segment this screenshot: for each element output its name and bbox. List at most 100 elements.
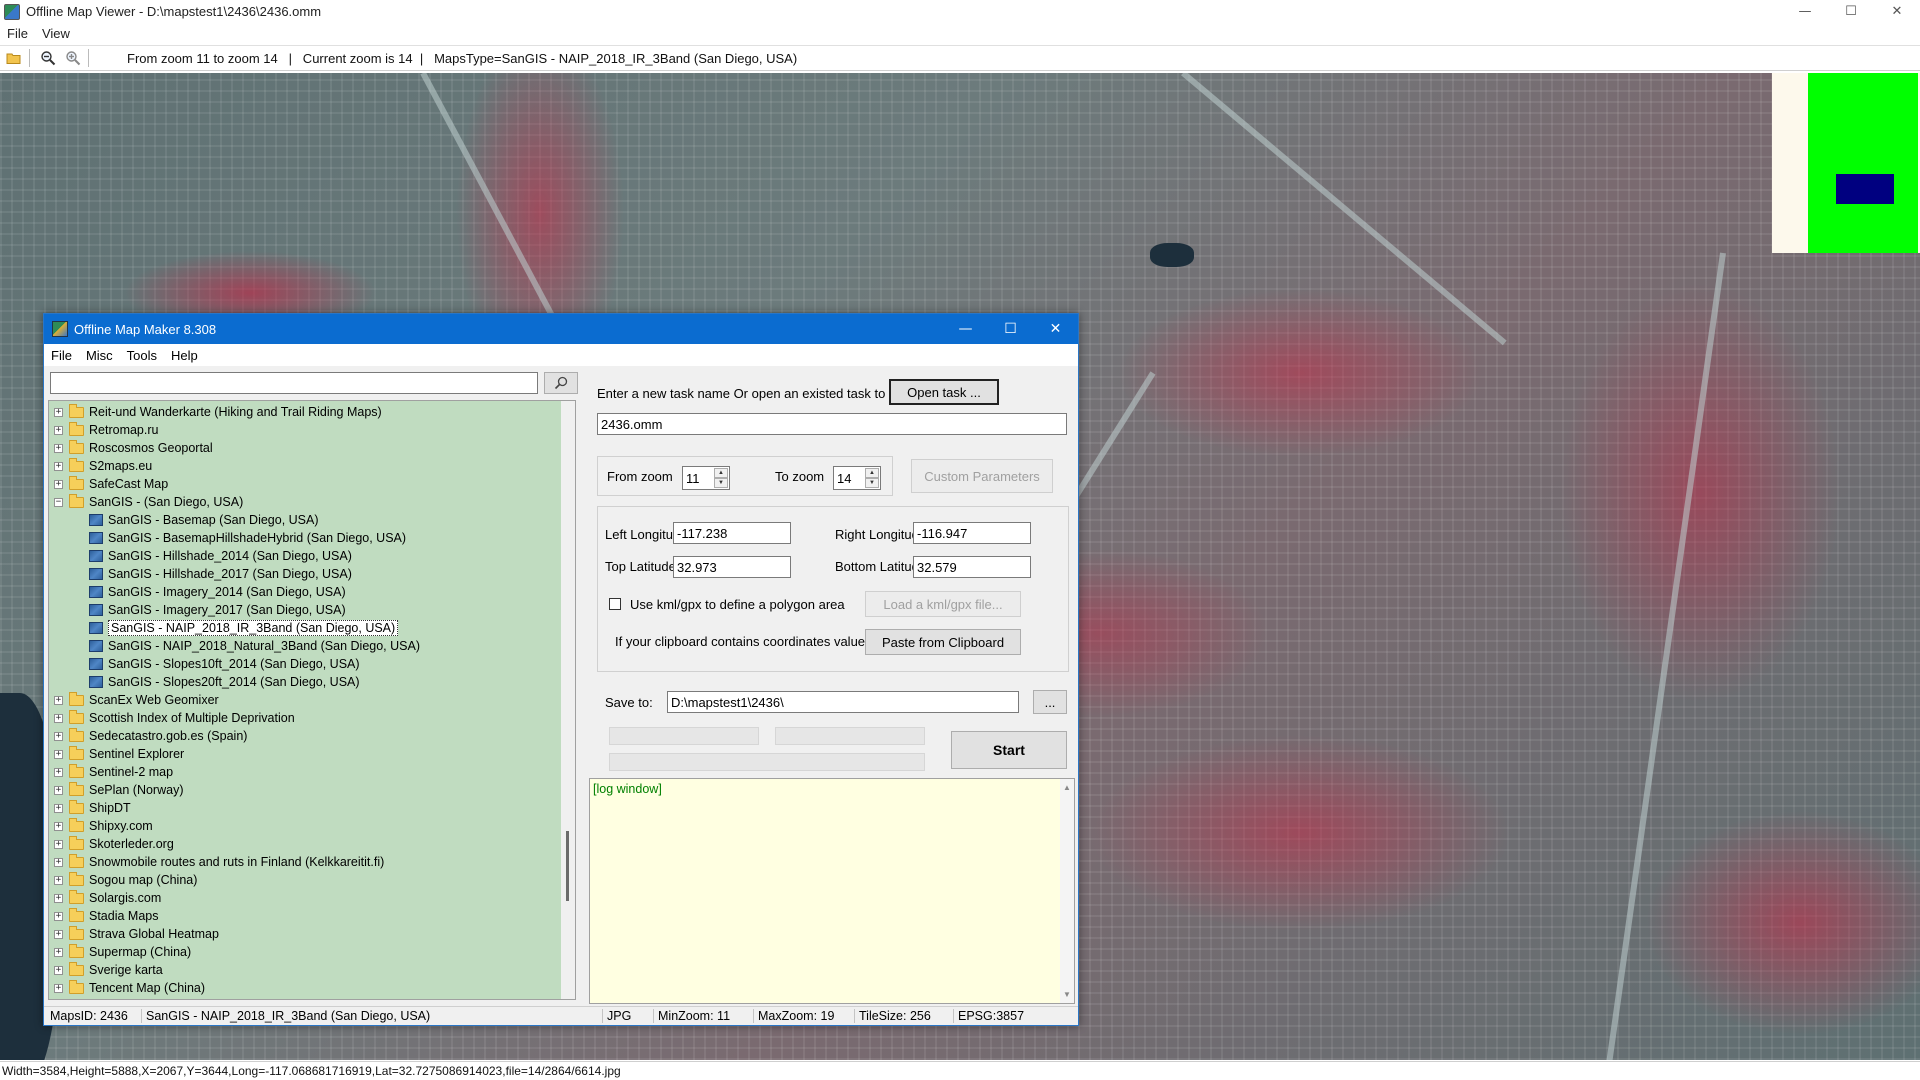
tree-folder-item[interactable]: + Reit-und Wanderkarte (Hiking and Trail … — [54, 403, 382, 421]
dialog-menu-misc[interactable]: Misc — [79, 348, 120, 363]
expand-icon[interactable]: + — [54, 479, 63, 489]
expand-icon[interactable]: + — [54, 965, 63, 975]
expand-icon[interactable]: + — [54, 767, 63, 777]
log-window[interactable]: [log window] ▲ ▼ — [589, 778, 1075, 1004]
overview-minimap[interactable] — [1772, 73, 1920, 253]
kml-polygon-checkbox[interactable] — [609, 598, 621, 610]
right-longitude-input[interactable] — [913, 522, 1031, 544]
top-latitude-input[interactable] — [673, 556, 791, 578]
tree-folder-item[interactable]: + Scottish Index of Multiple Deprivation — [54, 709, 295, 727]
dialog-close-button[interactable]: ✕ — [1033, 314, 1078, 344]
dialog-menu-file[interactable]: File — [44, 348, 79, 363]
spin-up-icon[interactable]: ▲ — [714, 468, 728, 478]
expand-icon[interactable]: + — [54, 893, 63, 903]
expand-icon[interactable]: + — [54, 983, 63, 993]
save-path-input[interactable] — [667, 691, 1019, 713]
expand-icon[interactable]: + — [54, 785, 63, 795]
tree-folder-item[interactable]: + Stadia Maps — [54, 907, 158, 925]
map-source-tree[interactable]: + Reit-und Wanderkarte (Hiking and Trail … — [48, 400, 576, 1000]
expand-icon[interactable]: + — [54, 947, 63, 957]
tree-folder-item[interactable]: + Sogou map (China) — [54, 871, 197, 889]
dialog-minimize-button[interactable]: — — [943, 314, 988, 344]
tree-map-item[interactable]: SanGIS - Basemap (San Diego, USA) — [89, 511, 319, 529]
tree-folder-item[interactable]: + ScanEx Web Geomixer — [54, 691, 219, 709]
dialog-menu-tools[interactable]: Tools — [120, 348, 164, 363]
tree-folder-item[interactable]: + Roscosmos Geoportal — [54, 439, 213, 457]
tree-map-item[interactable]: SanGIS - Imagery_2017 (San Diego, USA) — [89, 601, 346, 619]
tree-map-item[interactable]: SanGIS - NAIP_2018_Natural_3Band (San Di… — [89, 637, 420, 655]
search-input[interactable] — [50, 372, 538, 394]
expand-icon[interactable]: + — [54, 407, 63, 417]
tree-folder-item[interactable]: + Sverige karta — [54, 961, 163, 979]
tree-folder-item[interactable]: + Sedecatastro.gob.es (Spain) — [54, 727, 247, 745]
expand-icon[interactable]: + — [54, 821, 63, 831]
expand-icon[interactable]: + — [54, 857, 63, 867]
tree-folder-item[interactable]: + Supermap (China) — [54, 943, 191, 961]
maximize-button[interactable]: ☐ — [1828, 0, 1874, 23]
expand-icon[interactable]: + — [54, 839, 63, 849]
to-zoom-spinner[interactable]: 14 ▲ ▼ — [833, 466, 881, 490]
zoom-in-button[interactable] — [62, 47, 84, 69]
browse-button[interactable]: ... — [1033, 690, 1067, 714]
open-task-button[interactable]: Open task ... — [889, 379, 999, 405]
expand-icon[interactable]: + — [54, 929, 63, 939]
expand-icon[interactable]: + — [54, 911, 63, 921]
tree-map-item[interactable]: SanGIS - Imagery_2014 (San Diego, USA) — [89, 583, 346, 601]
tree-scroll-thumb[interactable] — [566, 831, 569, 901]
tree-map-item[interactable]: SanGIS - NAIP_2018_IR_3Band (San Diego, … — [89, 619, 399, 637]
expand-icon[interactable]: + — [54, 443, 63, 453]
tree-map-item[interactable]: SanGIS - Slopes10ft_2014 (San Diego, USA… — [89, 655, 360, 673]
left-longitude-input[interactable] — [673, 522, 791, 544]
minimize-button[interactable]: — — [1782, 0, 1828, 23]
tree-folder-item[interactable]: + Tencent Map (China) — [54, 979, 205, 997]
spin-up-icon[interactable]: ▲ — [865, 468, 879, 478]
dialog-maximize-button[interactable]: ☐ — [988, 314, 1033, 344]
expand-icon[interactable]: + — [54, 713, 63, 723]
tree-folder-item[interactable]: + Sentinel Explorer — [54, 745, 184, 763]
tree-folder-item[interactable]: + SafeCast Map — [54, 475, 168, 493]
tree-map-item[interactable]: SanGIS - BasemapHillshadeHybrid (San Die… — [89, 529, 406, 547]
load-kml-button[interactable]: Load a kml/gpx file... — [865, 591, 1021, 617]
paste-clipboard-button[interactable]: Paste from Clipboard — [865, 629, 1021, 655]
expand-icon[interactable]: + — [54, 875, 63, 885]
spin-down-icon[interactable]: ▼ — [865, 478, 879, 488]
scroll-down-icon[interactable]: ▼ — [1063, 990, 1071, 999]
dialog-menu-help[interactable]: Help — [164, 348, 205, 363]
tree-folder-item[interactable]: + Solargis.com — [54, 889, 161, 907]
tree-map-item[interactable]: SanGIS - Hillshade_2014 (San Diego, USA) — [89, 547, 352, 565]
log-scrollbar[interactable]: ▲ ▼ — [1060, 779, 1074, 1003]
expand-icon[interactable]: + — [54, 461, 63, 471]
tree-map-item[interactable]: SanGIS - Slopes20ft_2014 (San Diego, USA… — [89, 673, 360, 691]
tree-folder-item[interactable]: + Strava Global Heatmap — [54, 925, 219, 943]
tree-folder-item[interactable]: + Retromap.ru — [54, 421, 158, 439]
expand-icon[interactable]: + — [54, 749, 63, 759]
spin-down-icon[interactable]: ▼ — [714, 478, 728, 488]
collapse-icon[interactable]: − — [54, 497, 63, 507]
tree-folder-item[interactable]: + Snowmobile routes and ruts in Finland (… — [54, 853, 384, 871]
expand-icon[interactable]: + — [54, 731, 63, 741]
menu-file[interactable]: File — [0, 26, 35, 41]
tree-scrollbar[interactable] — [561, 401, 575, 999]
from-zoom-spinner[interactable]: 11 ▲ ▼ — [682, 466, 730, 490]
tree-folder-item[interactable]: + Skoterleder.org — [54, 835, 174, 853]
zoom-out-button[interactable] — [37, 47, 59, 69]
tree-folder-item[interactable]: − SanGIS - (San Diego, USA) — [54, 493, 243, 511]
scroll-up-icon[interactable]: ▲ — [1063, 783, 1071, 792]
menu-view[interactable]: View — [35, 26, 77, 41]
search-button[interactable] — [544, 372, 578, 394]
tree-map-item[interactable]: SanGIS - Hillshade_2017 (San Diego, USA) — [89, 565, 352, 583]
expand-icon[interactable]: + — [54, 695, 63, 705]
task-name-input[interactable] — [597, 413, 1067, 435]
tree-folder-item[interactable]: + Sentinel-2 map — [54, 763, 173, 781]
tree-folder-item[interactable]: + SePlan (Norway) — [54, 781, 183, 799]
custom-parameters-button[interactable]: Custom Parameters — [911, 459, 1053, 493]
expand-icon[interactable]: + — [54, 425, 63, 435]
bottom-latitude-input[interactable] — [913, 556, 1031, 578]
tree-folder-item[interactable]: + ShipDT — [54, 799, 131, 817]
expand-icon[interactable]: + — [54, 803, 63, 813]
tree-folder-item[interactable]: + Shipxy.com — [54, 817, 153, 835]
start-button[interactable]: Start — [951, 731, 1067, 769]
tree-folder-item[interactable]: + S2maps.eu — [54, 457, 152, 475]
close-button[interactable]: ✕ — [1874, 0, 1920, 23]
open-folder-button[interactable] — [3, 47, 25, 69]
